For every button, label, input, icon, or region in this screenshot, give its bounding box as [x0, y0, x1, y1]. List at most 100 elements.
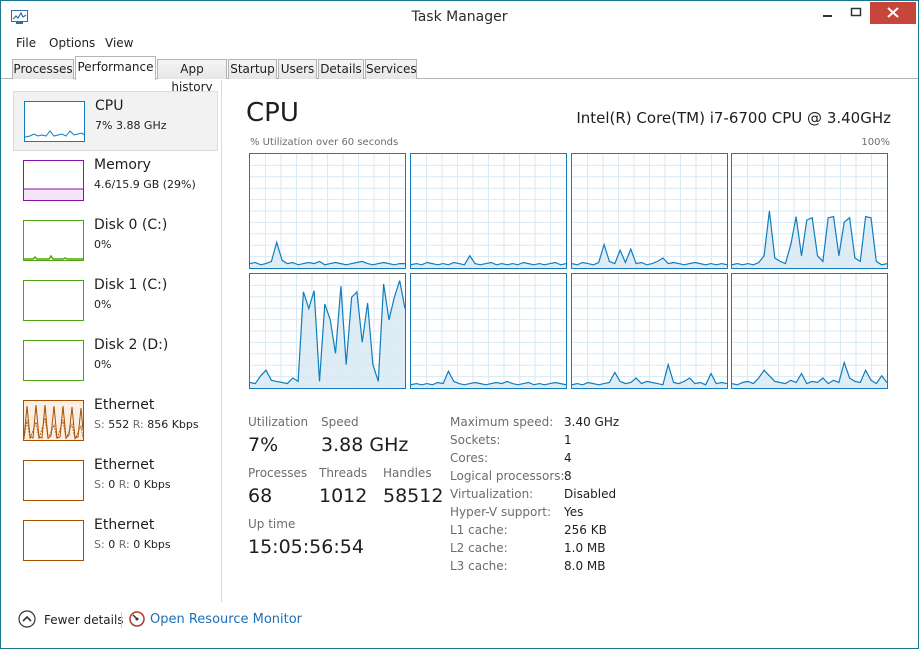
detail-value: 4	[564, 451, 572, 465]
cpu-graph-7	[731, 273, 888, 389]
sidebar-item-value: 0%	[94, 238, 112, 251]
sidebar-item-ethernet-1[interactable]: Ethernet S: 552 R: 856 Kbps	[13, 391, 218, 451]
memory-thumbnail	[23, 160, 84, 201]
tab-performance[interactable]: Performance	[75, 56, 156, 80]
sidebar-item-name: Memory	[94, 157, 151, 173]
sidebar-item-memory[interactable]: Memory 4.6/15.9 GB (29%)	[13, 151, 218, 211]
tab-services[interactable]: Services	[365, 59, 417, 79]
handles-value: 58512	[383, 485, 444, 507]
menu-file[interactable]: File	[16, 36, 36, 50]
cpu-graph-6	[571, 273, 728, 389]
send-value: 552	[108, 418, 130, 431]
minimize-button[interactable]	[814, 2, 842, 24]
cpu-graph-4	[249, 273, 406, 389]
detail-value: 256 KB	[564, 523, 607, 537]
tab-app-history[interactable]: App history	[157, 59, 227, 94]
sidebar-item-disk-2[interactable]: Disk 2 (D:) 0%	[13, 331, 218, 391]
close-button[interactable]	[870, 2, 916, 24]
detail-value: Yes	[564, 505, 584, 519]
footer-bar: Fewer details Open Resource Monitor	[1, 602, 918, 648]
receive-value: 856 Kbps	[147, 418, 199, 431]
uptime-value: 15:05:56:54	[248, 536, 364, 558]
sidebar-item-name: Ethernet	[94, 517, 155, 533]
window-title: Task Manager	[411, 9, 508, 25]
ethernet-2-thumbnail	[23, 460, 84, 501]
graph-max-label: 100%	[861, 137, 890, 148]
task-manager-window: Task Manager File Options View Processes…	[0, 0, 919, 649]
threads-value: 1012	[319, 485, 368, 507]
sidebar-item-disk-1[interactable]: Disk 1 (C:) 0%	[13, 271, 218, 331]
processes-value: 68	[248, 485, 273, 507]
detail-label: L1 cache:	[450, 523, 508, 537]
resource-monitor-icon[interactable]	[129, 611, 145, 627]
minimize-icon	[823, 15, 832, 17]
disk-0-thumbnail	[23, 220, 84, 261]
graph-caption: % Utilization over 60 seconds	[250, 137, 399, 148]
title-bar[interactable]: Task Manager	[1, 1, 918, 34]
receive-label: R:	[132, 418, 144, 431]
menu-view[interactable]: View	[105, 36, 133, 50]
sidebar-item-value: S: 0 R: 0 Kbps	[94, 478, 171, 491]
cpu-model-name: Intel(R) Core(TM) i7-6700 CPU @ 3.40GHz	[576, 109, 891, 127]
speed-label: Speed	[321, 415, 359, 429]
sidebar-item-name: Disk 2 (D:)	[94, 337, 169, 353]
tab-processes[interactable]: Processes	[12, 59, 74, 79]
cpu-graph-2	[571, 153, 728, 269]
tab-startup[interactable]: Startup	[228, 59, 277, 79]
close-icon	[887, 7, 899, 18]
cpu-graph-3	[731, 153, 888, 269]
sidebar-item-name: CPU	[95, 98, 124, 114]
tab-details[interactable]: Details	[318, 59, 364, 79]
tab-bar: Processes Performance App history Startu…	[1, 55, 918, 94]
sidebar-item-value: 4.6/15.9 GB (29%)	[94, 178, 196, 191]
detail-label: Sockets:	[450, 433, 501, 447]
detail-label: L2 cache:	[450, 541, 508, 555]
send-label: S:	[94, 418, 105, 431]
fewer-details-button[interactable]: Fewer details	[44, 613, 124, 627]
sidebar-item-value: 7% 3.88 GHz	[95, 119, 167, 132]
ethernet-1-thumbnail	[23, 400, 84, 441]
detail-value: 3.40 GHz	[564, 415, 620, 429]
maximize-button[interactable]	[842, 2, 870, 24]
detail-label: Cores:	[450, 451, 489, 465]
menu-options[interactable]: Options	[49, 36, 95, 50]
send-label: S:	[94, 478, 105, 491]
detail-value: 1	[564, 433, 572, 447]
processes-label: Processes	[248, 466, 308, 480]
open-resource-monitor-link[interactable]: Open Resource Monitor	[150, 612, 302, 627]
detail-label: Virtualization:	[450, 487, 534, 501]
cpu-performance-panel: CPU Intel(R) Core(TM) i7-6700 CPU @ 3.40…	[223, 80, 918, 602]
disk-2-thumbnail	[23, 340, 84, 381]
resource-sidebar: CPU 7% 3.88 GHz Memory 4.6/15.9 GB (29%)…	[1, 80, 222, 602]
receive-label: R:	[118, 478, 130, 491]
sidebar-item-ethernet-2[interactable]: Ethernet S: 0 R: 0 Kbps	[13, 451, 218, 511]
cpu-graph-3-plot	[732, 154, 887, 268]
sidebar-item-name: Ethernet	[94, 397, 155, 413]
disk-1-thumbnail	[23, 280, 84, 321]
detail-value: 8.0 MB	[564, 559, 606, 573]
handles-label: Handles	[383, 466, 432, 480]
detail-label: Logical processors:	[450, 469, 565, 483]
cpu-graph-6-plot	[572, 274, 727, 388]
chevron-up-icon[interactable]	[18, 610, 36, 628]
utilization-area	[732, 211, 887, 268]
detail-label: Maximum speed:	[450, 415, 554, 429]
cpu-graph-4-plot	[250, 274, 405, 388]
cpu-graph-1	[410, 153, 567, 269]
sidebar-item-disk-0[interactable]: Disk 0 (C:) 0%	[13, 211, 218, 271]
receive-label: R:	[118, 538, 130, 551]
sidebar-item-name: Ethernet	[94, 457, 155, 473]
sidebar-item-cpu[interactable]: CPU 7% 3.88 GHz	[13, 91, 218, 151]
tab-users[interactable]: Users	[278, 59, 317, 79]
detail-value: 1.0 MB	[564, 541, 606, 555]
sidebar-item-value: S: 552 R: 856 Kbps	[94, 418, 199, 431]
threads-label: Threads	[319, 466, 368, 480]
sidebar-item-name: Disk 1 (C:)	[94, 277, 168, 293]
sidebar-item-ethernet-3[interactable]: Ethernet S: 0 R: 0 Kbps	[13, 511, 218, 571]
receive-value: 0 Kbps	[133, 538, 171, 551]
cpu-graph-2-plot	[572, 154, 727, 268]
receive-value: 0 Kbps	[133, 478, 171, 491]
send-label: S:	[94, 538, 105, 551]
sidebar-item-name: Disk 0 (C:)	[94, 217, 168, 233]
detail-label: L3 cache:	[450, 559, 508, 573]
